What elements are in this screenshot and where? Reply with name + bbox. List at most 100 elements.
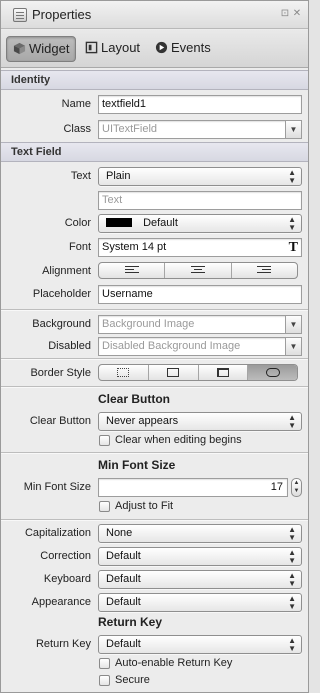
window-title: Properties [32, 7, 92, 22]
font-label: Font [68, 241, 91, 253]
popup-arrows-icon: ▲ ▼ [288, 168, 296, 185]
border-style-label: Border Style [30, 367, 91, 379]
font-value: System 14 pt [102, 241, 167, 253]
border-rounded-icon [265, 368, 280, 377]
name-field[interactable]: textfield1 [98, 95, 302, 114]
border-line-button[interactable] [149, 365, 199, 380]
clear-button-title: Clear Button [98, 392, 170, 406]
border-none-icon [117, 368, 130, 377]
disabled-background-placeholder: Disabled Background Image [102, 340, 241, 352]
background-image-combobox[interactable]: Background Image ▼ [98, 315, 302, 334]
appearance-value: Default [106, 596, 141, 608]
clear-when-editing-label: Clear when editing begins [115, 434, 242, 446]
title-bar[interactable]: Properties ⊡ ✕ [1, 1, 308, 29]
alignment-segmented [98, 262, 298, 279]
name-label: Name [61, 98, 91, 110]
color-popup[interactable]: Default ▲ ▼ [98, 214, 302, 233]
text-type-popup[interactable]: Plain ▲ ▼ [98, 167, 302, 186]
class-label: Class [63, 123, 91, 135]
popup-arrows-icon: ▲ ▼ [288, 548, 296, 565]
separator [1, 309, 308, 310]
properties-icon [13, 8, 27, 22]
border-none-button[interactable] [99, 365, 149, 380]
popup-arrows-icon: ▲ ▼ [288, 594, 296, 611]
auto-enable-return-key-label: Auto-enable Return Key [115, 657, 233, 669]
min-font-size-field[interactable]: 17 [98, 478, 288, 497]
disabled-background-combobox[interactable]: Disabled Background Image ▼ [98, 337, 302, 356]
keyboard-label: Keyboard [43, 573, 91, 585]
appearance-label: Appearance [31, 596, 91, 608]
background-placeholder: Background Image [102, 318, 195, 330]
return-key-title: Return Key [98, 615, 163, 629]
return-key-popup[interactable]: Default ▲ ▼ [98, 635, 302, 654]
tab-bar: Widget Layout Events [1, 30, 308, 68]
border-bezel-icon [216, 368, 229, 377]
capitalization-label: Capitalization [24, 527, 91, 539]
class-placeholder: UITextField [102, 123, 158, 135]
separator [1, 519, 308, 520]
tab-events-label: Events [171, 40, 211, 55]
cube-icon [13, 42, 26, 55]
align-center-icon [190, 266, 205, 275]
correction-popup[interactable]: Default ▲ ▼ [98, 547, 302, 566]
color-swatch [106, 218, 132, 227]
min-font-size-label: Min Font Size [23, 481, 91, 493]
adjust-to-fit-checkbox[interactable] [99, 501, 110, 512]
tab-widget[interactable]: Widget [6, 36, 77, 62]
font-picker-icon[interactable]: T [289, 239, 298, 256]
return-key-label: Return Key [35, 638, 91, 650]
min-font-size-stepper[interactable]: ▲ ▼ [291, 478, 302, 497]
align-left-button[interactable] [99, 263, 166, 278]
text-field-header: Text Field [1, 142, 308, 162]
correction-value: Default [106, 550, 141, 562]
keyboard-popup[interactable]: Default ▲ ▼ [98, 570, 302, 589]
clear-button-label: Clear Button [29, 415, 91, 427]
correction-label: Correction [40, 550, 91, 562]
tab-events[interactable]: Events [149, 36, 211, 62]
popup-arrows-icon: ▲ ▼ [288, 413, 296, 430]
text-type-value: Plain [106, 170, 131, 182]
layout-icon [85, 41, 98, 54]
align-right-icon [257, 266, 272, 275]
capitalization-popup[interactable]: None ▲ ▼ [98, 524, 302, 543]
popup-arrows-icon: ▲ ▼ [288, 525, 296, 542]
text-value-field[interactable]: Text [98, 191, 302, 210]
clear-button-value: Never appears [106, 415, 179, 427]
placeholder-label: Placeholder [32, 288, 91, 300]
chevron-down-icon[interactable]: ▼ [285, 120, 302, 139]
properties-panel: Properties ⊡ ✕ Widget Layout Events Iden… [0, 0, 309, 693]
align-left-icon [124, 266, 139, 275]
font-field[interactable]: System 14 pt T [98, 238, 302, 257]
popup-arrows-icon: ▲ ▼ [288, 571, 296, 588]
chevron-down-icon[interactable]: ▼ [285, 315, 302, 334]
alignment-label: Alignment [42, 265, 91, 277]
align-center-button[interactable] [165, 263, 232, 278]
chevron-down-icon[interactable]: ▼ [285, 337, 302, 356]
separator [1, 358, 308, 359]
border-style-segmented [98, 364, 298, 381]
auto-enable-return-key-checkbox[interactable] [99, 658, 110, 669]
align-right-button[interactable] [232, 263, 297, 278]
color-label: Color [64, 217, 91, 229]
border-rounded-button[interactable] [248, 365, 297, 380]
tab-layout[interactable]: Layout [79, 36, 140, 62]
class-combobox[interactable]: UITextField ▼ [98, 120, 302, 139]
border-bezel-button[interactable] [199, 365, 249, 380]
disabled-label: Disabled [48, 340, 91, 352]
clear-button-popup[interactable]: Never appears ▲ ▼ [98, 412, 302, 431]
separator [1, 386, 308, 387]
background-label: Background [32, 318, 91, 330]
clear-when-editing-checkbox[interactable] [99, 435, 110, 446]
color-value: Default [143, 217, 178, 229]
arrow-circle-icon [155, 41, 168, 54]
text-label: Text [70, 170, 91, 182]
identity-header: Identity [1, 70, 308, 90]
detach-icon[interactable]: ⊡ [280, 9, 290, 19]
appearance-popup[interactable]: Default ▲ ▼ [98, 593, 302, 612]
capitalization-value: None [106, 527, 133, 539]
keyboard-value: Default [106, 573, 141, 585]
close-icon[interactable]: ✕ [292, 9, 302, 19]
tab-widget-label: Widget [29, 41, 70, 56]
secure-checkbox[interactable] [99, 675, 110, 686]
placeholder-field[interactable]: Username [98, 285, 302, 304]
